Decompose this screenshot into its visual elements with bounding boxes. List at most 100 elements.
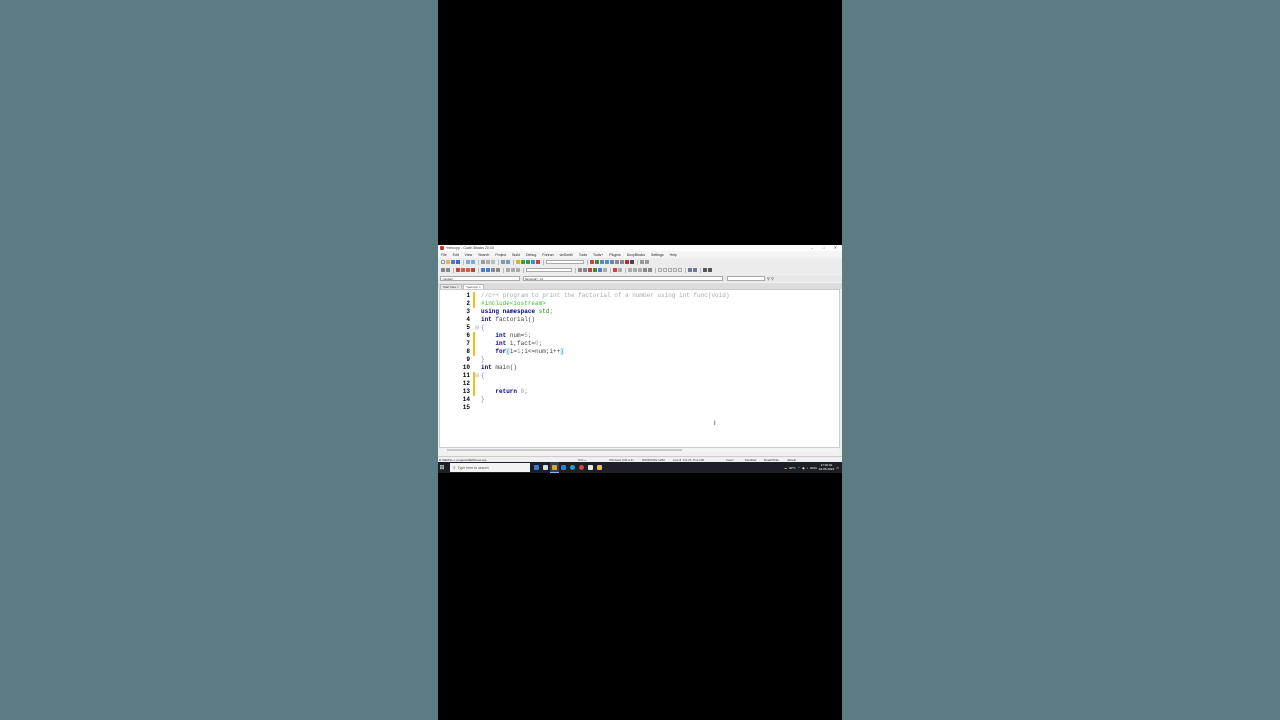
prev-bookmark-icon[interactable] bbox=[461, 268, 465, 272]
zoom-out-icon[interactable] bbox=[693, 268, 697, 272]
scrollbar-thumb[interactable] bbox=[447, 449, 682, 451]
menu-view[interactable]: View bbox=[465, 253, 473, 257]
file-explorer-icon[interactable] bbox=[595, 462, 604, 473]
new-file-icon[interactable] bbox=[441, 260, 445, 264]
undo-icon[interactable] bbox=[466, 260, 470, 264]
various-info-icon[interactable] bbox=[645, 260, 649, 264]
menu-tools[interactable]: Tools bbox=[579, 253, 587, 257]
cascade-icon[interactable] bbox=[678, 268, 682, 272]
regex-icon[interactable] bbox=[516, 268, 520, 272]
edge-icon[interactable] bbox=[568, 462, 577, 473]
highlight-icon[interactable] bbox=[506, 268, 510, 272]
step-into-icon[interactable] bbox=[605, 260, 609, 264]
regex-search-icon[interactable] bbox=[603, 268, 607, 272]
save-all-icon[interactable] bbox=[456, 260, 460, 264]
debug-icon[interactable] bbox=[590, 260, 594, 264]
toggle-bookmark-icon[interactable] bbox=[456, 268, 460, 272]
rebuild-icon[interactable] bbox=[531, 260, 535, 264]
symbol-search-field[interactable] bbox=[727, 276, 765, 281]
next-instruction-icon[interactable] bbox=[615, 260, 619, 264]
scope-select[interactable]: <global> bbox=[440, 276, 520, 281]
paste-icon[interactable] bbox=[491, 260, 495, 264]
volume-icon[interactable]: ♪ bbox=[807, 466, 809, 470]
search-prev-icon[interactable] bbox=[578, 268, 582, 272]
redo-icon[interactable] bbox=[471, 260, 475, 264]
save-icon[interactable] bbox=[451, 260, 455, 264]
language-indicator[interactable]: ENG bbox=[810, 466, 817, 470]
menu-tools-plus[interactable]: Tools+ bbox=[593, 253, 603, 257]
chevron-up-icon[interactable]: ⌃ bbox=[798, 466, 801, 470]
function-select[interactable]: factorial() : int bbox=[523, 276, 723, 281]
run-icon[interactable] bbox=[521, 260, 525, 264]
cortana-icon[interactable] bbox=[532, 462, 541, 473]
block-icon[interactable] bbox=[648, 268, 652, 272]
build-and-run-icon[interactable] bbox=[526, 260, 530, 264]
menu-help[interactable]: Help bbox=[670, 253, 677, 257]
line-icon[interactable] bbox=[643, 268, 647, 272]
layout-icon[interactable] bbox=[658, 268, 662, 272]
fold-icon[interactable] bbox=[628, 268, 632, 272]
menu-project[interactable]: Project bbox=[495, 253, 506, 257]
search-text-select[interactable] bbox=[526, 267, 572, 273]
menu-plugins[interactable]: Plugins bbox=[609, 253, 620, 257]
menu-edit[interactable]: Edit bbox=[453, 253, 459, 257]
horizontal-scrollbar[interactable] bbox=[444, 448, 838, 452]
cut-icon[interactable] bbox=[481, 260, 485, 264]
windows-start-icon[interactable]: ⊞ bbox=[438, 462, 446, 473]
tile-icon[interactable] bbox=[673, 268, 677, 272]
split-icon[interactable] bbox=[638, 268, 642, 272]
stream-comment-icon[interactable] bbox=[496, 268, 500, 272]
fold-marker-icon[interactable]: ⊟ bbox=[475, 324, 479, 332]
chrome-icon[interactable] bbox=[577, 462, 586, 473]
build-icon[interactable] bbox=[516, 260, 520, 264]
select-icon[interactable] bbox=[511, 268, 515, 272]
abort-icon[interactable] bbox=[536, 260, 540, 264]
search-next-icon[interactable] bbox=[583, 268, 587, 272]
codeblocks-task-icon[interactable] bbox=[550, 462, 559, 473]
menu-settings[interactable]: Settings bbox=[651, 253, 664, 257]
weather-temp[interactable]: 30°C bbox=[789, 466, 796, 470]
uncomment-icon[interactable] bbox=[486, 268, 490, 272]
menu-search[interactable]: Search bbox=[478, 253, 489, 257]
task-view-icon[interactable] bbox=[541, 462, 550, 473]
taskbar-search-box[interactable]: ⚲ Type here to search bbox=[450, 463, 530, 472]
search-icon[interactable]: ⚲ bbox=[767, 276, 770, 281]
whole-word-icon[interactable] bbox=[598, 268, 602, 272]
zoom-in-icon[interactable] bbox=[688, 268, 692, 272]
next-line-icon[interactable] bbox=[600, 260, 604, 264]
unfold-icon[interactable] bbox=[633, 268, 637, 272]
code-completion-icon[interactable] bbox=[613, 268, 617, 272]
step-instruction-icon[interactable] bbox=[620, 260, 624, 264]
calculator-icon[interactable] bbox=[708, 268, 712, 272]
next-bookmark-icon[interactable] bbox=[466, 268, 470, 272]
search-clear-icon[interactable] bbox=[588, 268, 592, 272]
menu-fortran[interactable]: Fortran bbox=[542, 253, 553, 257]
app-task-icon[interactable] bbox=[559, 462, 568, 473]
open-file-icon[interactable] bbox=[446, 260, 450, 264]
media-player-icon[interactable] bbox=[586, 462, 595, 473]
menu-build[interactable]: Build bbox=[512, 253, 520, 257]
clock[interactable]: 17:00:02 04-05-2023 bbox=[819, 463, 834, 471]
clear-bookmarks-icon[interactable] bbox=[471, 268, 475, 272]
fold-marker-icon[interactable]: ⊟ bbox=[475, 372, 479, 380]
break-debugger-icon[interactable] bbox=[625, 260, 629, 264]
window-icon[interactable] bbox=[668, 268, 672, 272]
jump-back-icon[interactable] bbox=[441, 268, 445, 272]
comment-icon[interactable] bbox=[481, 268, 485, 272]
jump-forward-icon[interactable] bbox=[446, 268, 450, 272]
step-out-icon[interactable] bbox=[610, 260, 614, 264]
copy-icon[interactable] bbox=[486, 260, 490, 264]
stop-debugger-icon[interactable] bbox=[630, 260, 634, 264]
weather-icon[interactable]: ☁ bbox=[784, 466, 787, 470]
fortran-icon[interactable] bbox=[703, 268, 707, 272]
debugging-windows-icon[interactable] bbox=[640, 260, 644, 264]
panel-icon[interactable] bbox=[663, 268, 667, 272]
find-symbol-icon[interactable]: ⚲ bbox=[771, 276, 774, 281]
menu-doxyblocks[interactable]: DoxyBlocks bbox=[627, 253, 645, 257]
match-brace-icon[interactable] bbox=[618, 268, 622, 272]
match-case-icon[interactable] bbox=[593, 268, 597, 272]
menu-wxsmith[interactable]: wxSmith bbox=[560, 253, 573, 257]
notification-icon[interactable]: ▭ bbox=[836, 466, 839, 470]
menu-debug[interactable]: Debug bbox=[526, 253, 536, 257]
network-icon[interactable]: ◉ bbox=[802, 466, 805, 470]
